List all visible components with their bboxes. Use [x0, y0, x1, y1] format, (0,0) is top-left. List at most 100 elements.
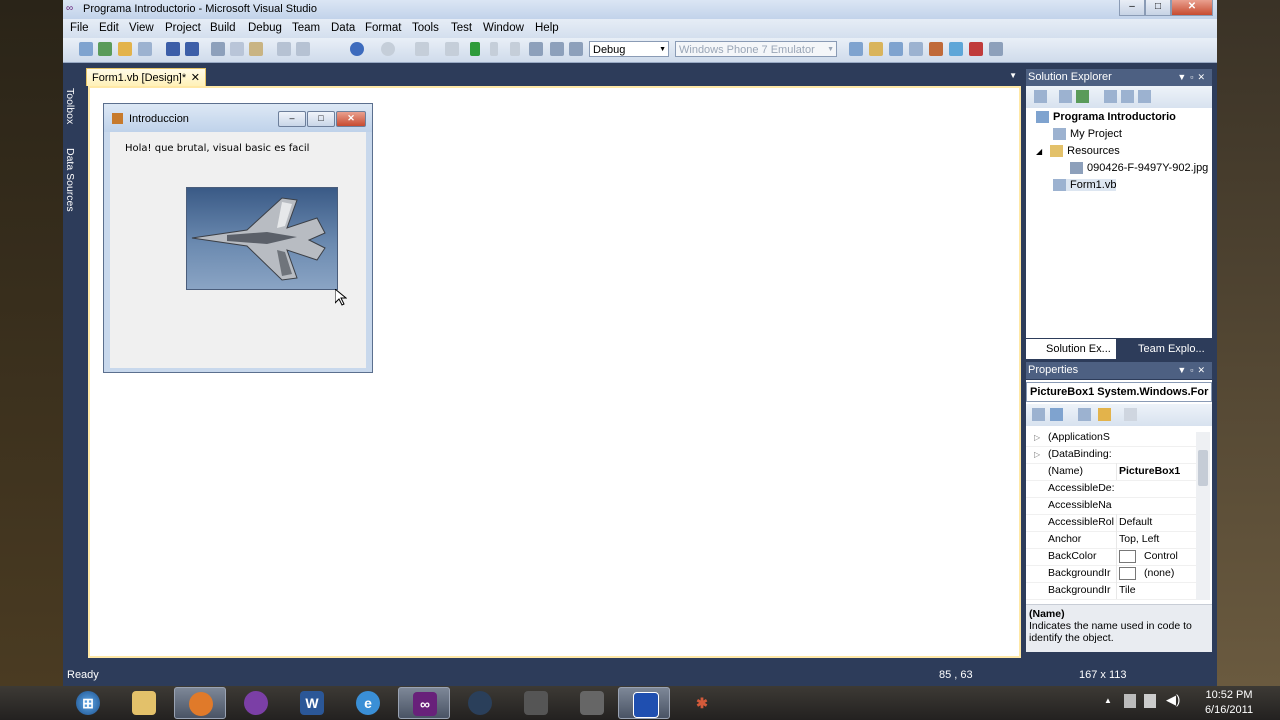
menu-project[interactable]: Project — [165, 22, 201, 34]
taskbar-app-4[interactable]: ✱ — [676, 687, 728, 719]
form-minimize-button[interactable]: – — [278, 111, 306, 127]
taskbar-explorer[interactable] — [118, 687, 170, 719]
view-code-icon[interactable] — [1104, 90, 1117, 103]
data-sources-tab[interactable]: Data Sources — [64, 148, 76, 212]
new-project-icon[interactable] — [79, 42, 93, 56]
find-in-files-icon[interactable] — [849, 42, 863, 56]
menu-data[interactable]: Data — [331, 22, 355, 34]
scrollbar-thumb[interactable] — [1198, 450, 1208, 486]
copy-icon[interactable] — [230, 42, 244, 56]
start-button[interactable]: ⊞ — [62, 687, 114, 719]
expand-icon[interactable]: ▷ — [1034, 429, 1040, 446]
close-icon[interactable]: ✕ — [1197, 72, 1209, 82]
menu-window[interactable]: Window — [483, 22, 524, 34]
cut-icon[interactable] — [211, 42, 225, 56]
expand-icon[interactable]: ◢ — [1036, 147, 1042, 156]
menu-debug[interactable]: Debug — [248, 22, 282, 34]
alphabetical-icon[interactable] — [1050, 408, 1063, 421]
picturebox1[interactable] — [186, 187, 338, 290]
tree-resources[interactable]: ◢ Resources — [1036, 145, 1120, 158]
property-row[interactable]: (Name) PictureBox1 — [1026, 463, 1196, 481]
target-device-select[interactable]: Windows Phone 7 Emulator ▼ — [675, 41, 837, 57]
volume-icon[interactable]: ◀) — [1166, 692, 1180, 708]
minimize-button[interactable]: – — [1119, 0, 1145, 16]
solution-explorer-icon[interactable] — [869, 42, 883, 56]
close-button[interactable]: ✕ — [1171, 0, 1213, 16]
maximize-button[interactable]: □ — [1145, 0, 1171, 16]
view-designer-icon[interactable] — [1121, 90, 1134, 103]
config-select[interactable]: Debug ▼ — [589, 41, 669, 57]
toolbox-icon[interactable] — [929, 42, 943, 56]
view-class-diagram-icon[interactable] — [1138, 90, 1151, 103]
tab-solution-explorer[interactable]: Solution Ex... — [1026, 339, 1116, 359]
properties-icon[interactable] — [889, 42, 903, 56]
start-page-icon[interactable] — [949, 42, 963, 56]
show-all-files-icon[interactable] — [1059, 90, 1072, 103]
save-icon[interactable] — [166, 42, 180, 56]
taskbar-app-3[interactable] — [618, 687, 670, 719]
taskbar-ie[interactable]: e — [342, 687, 394, 719]
property-row[interactable]: AccessibleNa — [1026, 497, 1196, 515]
tab-team-explorer[interactable]: Team Explo... — [1118, 339, 1212, 359]
dropdown-icon[interactable]: ▼ — [1177, 365, 1190, 375]
taskbar-app-1[interactable] — [510, 687, 562, 719]
property-row[interactable]: AccessibleDe: — [1026, 480, 1196, 498]
menu-view[interactable]: View — [129, 22, 154, 34]
command-window-icon[interactable] — [989, 42, 1003, 56]
toolbox-tab[interactable]: Toolbox — [64, 88, 76, 124]
categorized-icon[interactable] — [1032, 408, 1045, 421]
menu-test[interactable]: Test — [451, 22, 472, 34]
properties-view-icon[interactable] — [1078, 408, 1091, 421]
close-icon[interactable]: ✕ — [191, 69, 200, 87]
tray-icon[interactable] — [1144, 694, 1156, 708]
undo-icon[interactable] — [350, 42, 364, 56]
property-row[interactable]: ▷ (ApplicationS — [1026, 429, 1196, 447]
taskbar-app-2[interactable] — [566, 687, 618, 719]
property-row[interactable]: BackgroundIr Tile — [1026, 582, 1196, 600]
property-row[interactable]: BackgroundIr (none) — [1026, 565, 1196, 583]
taskbar-visual-studio[interactable]: ∞ — [398, 687, 450, 719]
property-row[interactable]: AccessibleRol Default — [1026, 514, 1196, 532]
close-icon[interactable]: ✕ — [1197, 365, 1209, 375]
property-row[interactable]: ▷ (DataBinding: — [1026, 446, 1196, 464]
refresh-icon[interactable] — [1076, 90, 1089, 103]
menu-format[interactable]: Format — [365, 22, 401, 34]
save-all-icon[interactable] — [185, 42, 199, 56]
step-into-icon[interactable] — [529, 42, 543, 56]
property-row[interactable]: Anchor Top, Left — [1026, 531, 1196, 549]
pause-icon[interactable] — [490, 42, 498, 56]
menu-build[interactable]: Build — [210, 22, 236, 34]
navigate-back-icon[interactable] — [415, 42, 429, 56]
properties-scrollbar[interactable] — [1196, 432, 1210, 600]
menu-file[interactable]: File — [70, 22, 89, 34]
uncomment-icon[interactable] — [296, 42, 310, 56]
tree-project[interactable]: Programa Introductorio — [1036, 111, 1176, 124]
paste-icon[interactable] — [249, 42, 263, 56]
start-debug-icon[interactable] — [470, 42, 480, 56]
form-preview[interactable]: Introduccion – □ ✕ Hola! que brutal, vis… — [103, 103, 373, 373]
clock-time[interactable]: 10:52 PM — [1199, 689, 1259, 701]
tree-form1[interactable]: Form1.vb — [1053, 179, 1117, 192]
clock-date[interactable]: 6/16/2011 — [1196, 704, 1262, 716]
object-browser-icon[interactable] — [909, 42, 923, 56]
step-over-icon[interactable] — [550, 42, 564, 56]
expand-icon[interactable]: ▷ — [1034, 446, 1040, 463]
form-close-button[interactable]: ✕ — [336, 111, 366, 127]
navigate-forward-icon[interactable] — [445, 42, 459, 56]
menu-team[interactable]: Team — [292, 22, 320, 34]
taskbar-bittorrent[interactable] — [230, 687, 282, 719]
tab-form1-design[interactable]: Form1.vb [Design]* ✕ — [86, 68, 206, 86]
show-hidden-icons-icon[interactable]: ▲ — [1104, 696, 1112, 705]
object-selector[interactable]: PictureBox1 System.Windows.For — [1026, 382, 1212, 402]
extension-manager-icon[interactable] — [969, 42, 983, 56]
menu-help[interactable]: Help — [535, 22, 559, 34]
taskbar-steam[interactable] — [454, 687, 506, 719]
taskbar-word[interactable]: W — [286, 687, 338, 719]
label1[interactable]: Hola! que brutal, visual basic es facil — [125, 143, 309, 154]
step-out-icon[interactable] — [569, 42, 583, 56]
add-item-icon[interactable] — [98, 42, 112, 56]
stop-icon[interactable] — [510, 42, 520, 56]
dropdown-icon[interactable]: ▼ — [1177, 72, 1190, 82]
menu-edit[interactable]: Edit — [99, 22, 119, 34]
open-folder-icon[interactable] — [118, 42, 132, 56]
